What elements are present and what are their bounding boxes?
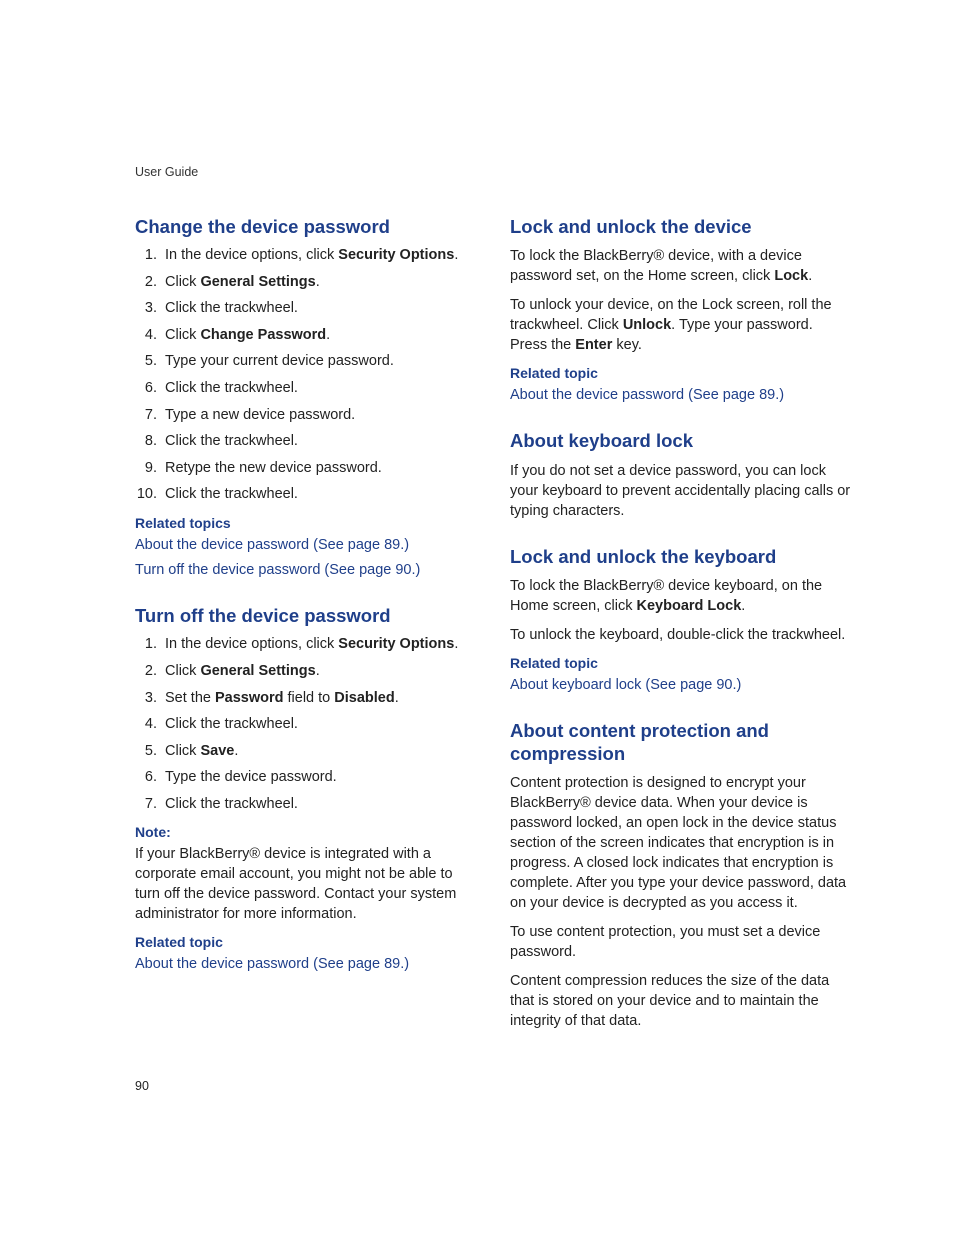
related-topic-heading: Related topic [510,655,853,671]
step-item: Click General Settings. [161,273,478,293]
paragraphs: If you do not set a device password, you… [510,461,853,521]
paragraphs: To lock the BlackBerry® device keyboard,… [510,576,853,645]
related-link[interactable]: About the device password (See page 89.) [135,535,478,555]
step-item: Click Save. [161,742,478,762]
section-about-keyboard-lock: About keyboard lock If you do not set a … [510,429,853,520]
body-paragraph: To lock the BlackBerry® device, with a d… [510,246,853,286]
body-paragraph: To unlock your device, on the Lock scree… [510,295,853,355]
related-links: About the device password (See page 89.)… [135,535,478,581]
related-links: About the device password (See page 89.) [135,954,478,974]
step-item: Click the trackwheel. [161,432,478,452]
step-item: Click the trackwheel. [161,715,478,735]
step-item: Type a new device password. [161,406,478,426]
step-item: Click the trackwheel. [161,299,478,319]
related-link[interactable]: About the device password (See page 89.) [135,954,478,974]
section-about-content-protection: About content protection and compression… [510,719,853,1031]
section-turn-off-device-password: Turn off the device password In the devi… [135,604,478,974]
step-item: Type the device password. [161,768,478,788]
heading-turn-off-device-password: Turn off the device password [135,604,478,627]
step-item: Retype the new device password. [161,459,478,479]
note-body: If your BlackBerry® device is integrated… [135,844,478,924]
two-column-layout: Change the device password In the device… [135,215,864,1055]
step-item: Type your current device password. [161,352,478,372]
left-column: Change the device password In the device… [135,215,478,1055]
section-change-device-password: Change the device password In the device… [135,215,478,580]
related-link[interactable]: About the device password (See page 89.) [510,385,853,405]
heading-lock-unlock-device: Lock and unlock the device [510,215,853,238]
body-paragraph: To unlock the keyboard, double-click the… [510,625,853,645]
step-item: In the device options, click Security Op… [161,635,478,655]
body-paragraph: Content compression reduces the size of … [510,971,853,1031]
steps-change-device-password: In the device options, click Security Op… [135,246,478,505]
step-item: Set the Password field to Disabled. [161,689,478,709]
steps-turn-off-device-password: In the device options, click Security Op… [135,635,478,814]
step-item: In the device options, click Security Op… [161,246,478,266]
related-topic-heading: Related topic [135,934,478,950]
step-item: Click the trackwheel. [161,485,478,505]
heading-lock-unlock-keyboard: Lock and unlock the keyboard [510,545,853,568]
running-header: User Guide [135,165,198,179]
heading-about-keyboard-lock: About keyboard lock [510,429,853,452]
heading-change-device-password: Change the device password [135,215,478,238]
body-paragraph: To use content protection, you must set … [510,922,853,962]
section-lock-unlock-device: Lock and unlock the device To lock the B… [510,215,853,405]
page-number: 90 [135,1079,149,1093]
note-heading: Note: [135,824,478,840]
body-paragraph: If you do not set a device password, you… [510,461,853,521]
paragraphs: Content protection is designed to encryp… [510,773,853,1031]
body-paragraph: Content protection is designed to encryp… [510,773,853,913]
step-item: Click General Settings. [161,662,478,682]
related-link[interactable]: Turn off the device password (See page 9… [135,560,478,580]
related-links: About keyboard lock (See page 90.) [510,675,853,695]
related-topics-heading: Related topics [135,515,478,531]
right-column: Lock and unlock the device To lock the B… [510,215,853,1055]
body-paragraph: To lock the BlackBerry® device keyboard,… [510,576,853,616]
paragraphs: To lock the BlackBerry® device, with a d… [510,246,853,355]
heading-about-content-protection: About content protection and compression [510,719,853,765]
page: User Guide Change the device password In… [0,0,954,1235]
related-links: About the device password (See page 89.) [510,385,853,405]
related-topic-heading: Related topic [510,365,853,381]
step-item: Click the trackwheel. [161,379,478,399]
step-item: Click Change Password. [161,326,478,346]
section-lock-unlock-keyboard: Lock and unlock the keyboard To lock the… [510,545,853,695]
related-link[interactable]: About keyboard lock (See page 90.) [510,675,853,695]
step-item: Click the trackwheel. [161,795,478,815]
